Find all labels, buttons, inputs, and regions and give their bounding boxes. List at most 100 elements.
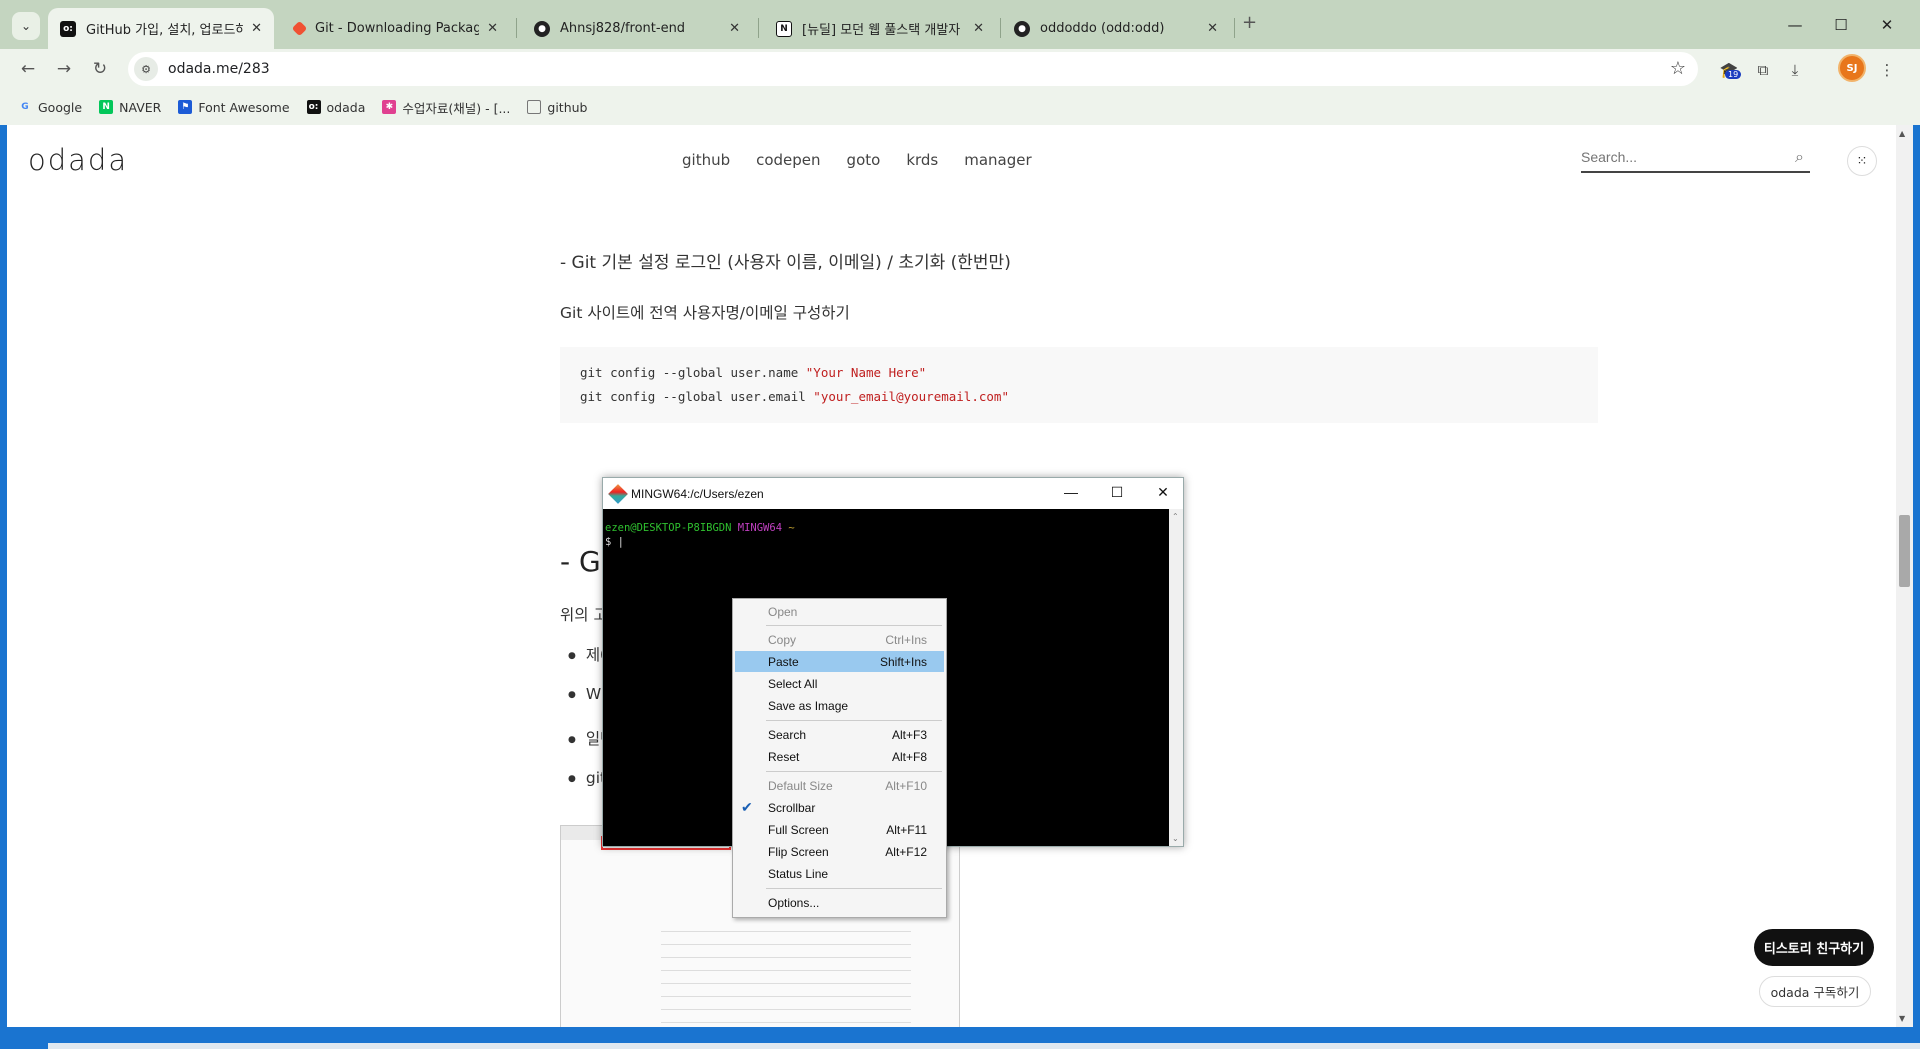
menu-label: Full Screen — [768, 822, 829, 837]
image-row — [661, 957, 911, 958]
prompt-line[interactable]: $ | — [605, 535, 1167, 549]
tab-search-button[interactable]: ⌄ — [12, 12, 40, 40]
menu-separator — [766, 771, 942, 772]
menu-item-open[interactable]: Open — [735, 601, 944, 622]
close-icon[interactable]: ✕ — [1153, 484, 1173, 501]
menu-item-default-size[interactable]: Default Size Alt+F10 — [735, 775, 944, 796]
terminal-titlebar[interactable]: MINGW64:/c/Users/ezen — ☐ ✕ — [603, 478, 1183, 509]
bookmark-google[interactable]: G Google — [18, 100, 82, 115]
tistory-friend-button[interactable]: 티스토리 친구하기 — [1754, 929, 1874, 966]
bookmark-label: Font Awesome — [198, 99, 290, 115]
bookmark-label: github — [547, 99, 588, 115]
maximize-icon[interactable]: ☐ — [1818, 8, 1864, 42]
menu-item-search[interactable]: Search Alt+F3 — [735, 724, 944, 745]
terminal-title: MINGW64:/c/Users/ezen — [631, 486, 764, 501]
tab-github-repo[interactable]: ● Ahnsj828/front-end ✕ — [522, 8, 752, 49]
bookmark-font-awesome[interactable]: ⚑ Font Awesome — [178, 99, 290, 115]
scroll-up-icon[interactable]: ▲ — [1899, 129, 1905, 138]
reload-icon[interactable]: ↻ — [86, 55, 114, 83]
menu-item-paste[interactable]: Paste Shift+Ins — [735, 651, 944, 672]
image-row — [661, 1022, 911, 1023]
back-arrow-icon[interactable]: ← — [14, 55, 42, 83]
bookmark-label: Google — [38, 99, 83, 115]
subscribe-button[interactable]: odada 구독하기 — [1759, 976, 1871, 1007]
bookmark-naver[interactable]: N NAVER — [99, 100, 161, 115]
tab-label: GitHub 가입, 설치, 업로드하기 — [86, 23, 244, 38]
menu-label: Open — [768, 604, 798, 619]
kebab-menu-icon[interactable]: ⋮ — [1874, 57, 1900, 83]
maximize-icon[interactable]: ☐ — [1107, 484, 1127, 501]
url-text[interactable]: odada.me/283 — [168, 61, 270, 77]
menu-item-scrollbar[interactable]: ✔ Scrollbar — [735, 797, 944, 818]
scroll-up-icon[interactable]: ⌃ — [1172, 512, 1179, 521]
minimize-icon[interactable]: — — [1061, 484, 1081, 500]
prompt-user: ezen@DESKTOP-P8IBGDN — [605, 522, 732, 534]
window-frame — [1913, 125, 1920, 1027]
tab-github-signup[interactable]: o: GitHub 가입, 설치, 업로드하기 ✕ — [48, 8, 274, 49]
scroll-thumb[interactable] — [1899, 515, 1910, 587]
menu-item-select-all[interactable]: Select All — [735, 673, 944, 694]
profile-avatar[interactable]: SJ — [1838, 54, 1866, 82]
github-favicon-icon: ● — [534, 20, 550, 37]
google-icon: G — [21, 102, 29, 112]
window-close-icon[interactable]: ✕ — [1864, 8, 1910, 42]
scroll-down-icon[interactable]: ▼ — [1899, 1014, 1905, 1023]
menu-item-flip-screen[interactable]: Flip Screen Alt+F12 — [735, 841, 944, 862]
odada-favicon-icon: o: — [60, 20, 76, 37]
tab-git-download[interactable]: Git - Downloading Package ✕ — [282, 8, 510, 49]
naver-icon: N — [99, 100, 114, 114]
close-icon[interactable]: ✕ — [1207, 21, 1218, 36]
menu-item-status-line[interactable]: Status Line — [735, 863, 944, 884]
bookmark-label: NAVER — [119, 99, 162, 115]
site-settings-icon[interactable]: ⚙ — [134, 57, 158, 81]
download-icon[interactable]: ⤓ — [1782, 57, 1808, 83]
new-tab-icon[interactable]: + — [1242, 12, 1257, 33]
close-icon[interactable]: ✕ — [487, 21, 498, 36]
tab-notion[interactable]: N [뉴딜] 모던 웹 풀스택 개발자 ✕ — [764, 8, 996, 49]
menu-label: Save as Image — [768, 698, 849, 713]
forward-arrow-icon[interactable]: → — [50, 55, 78, 83]
notion-favicon-icon: N — [776, 20, 792, 37]
search-icon[interactable]: ⌕ — [1795, 147, 1804, 167]
nav-manager[interactable]: manager — [964, 151, 1031, 169]
bookmark-github-folder[interactable]: github — [527, 100, 587, 115]
prompt-dir: ~ — [788, 522, 795, 534]
tab-oddoddo[interactable]: ● oddoddo (odd:odd) ✕ — [1002, 8, 1230, 49]
menu-item-reset[interactable]: Reset Alt+F8 — [735, 746, 944, 767]
close-icon[interactable]: ✕ — [251, 21, 262, 36]
menu-item-options[interactable]: Options... — [735, 892, 944, 913]
nav-krds[interactable]: krds — [906, 151, 938, 169]
site-logo[interactable]: odada — [28, 143, 128, 177]
section-heading: - Git 기본 설정 로그인 (사용자 이름, 이메일) / 초기화 (한번만… — [560, 253, 1011, 273]
browser-toolbar: ← → ↻ ⚙ odada.me/283 ☆ 🎓 19 ⧉ ⤓ SJ ⋮ — [0, 49, 1920, 89]
image-row — [661, 944, 911, 945]
bookmark-star-icon[interactable]: ☆ — [1670, 58, 1686, 79]
nav-github[interactable]: github — [682, 151, 730, 169]
tab-label: [뉴딜] 모던 웹 풀스택 개발자 — [802, 23, 961, 38]
search-input[interactable] — [1581, 143, 1771, 165]
scroll-down-icon[interactable]: ⌄ — [1172, 834, 1179, 843]
menu-item-save-as-image[interactable]: Save as Image — [735, 695, 944, 716]
address-bar[interactable]: ⚙ odada.me/283 ☆ — [128, 52, 1698, 86]
minimize-icon[interactable]: — — [1772, 8, 1818, 42]
close-icon[interactable]: ✕ — [973, 21, 984, 36]
menu-shortcut: Alt+F11 — [886, 822, 927, 837]
menu-item-full-screen[interactable]: Full Screen Alt+F11 — [735, 819, 944, 840]
bookmark-odada[interactable]: o: odada — [306, 100, 365, 115]
puzzle-extensions-icon[interactable]: ⧉ — [1750, 57, 1776, 83]
nav-codepen[interactable]: codepen — [756, 151, 820, 169]
page-scrollbar[interactable]: ▲ ▼ — [1896, 125, 1913, 1027]
nav-goto[interactable]: goto — [847, 151, 881, 169]
menu-item-copy[interactable]: Copy Ctrl+Ins — [735, 629, 944, 650]
grid-menu-icon[interactable]: ⁙ — [1847, 146, 1877, 176]
menu-shortcut: Ctrl+Ins — [885, 632, 927, 647]
menu-label: Scrollbar — [768, 800, 816, 815]
bookmark-class-materials[interactable]: ✱ 수업자료(채널) - [... — [382, 98, 510, 117]
tab-separator — [758, 18, 759, 38]
bookmarks-bar: G Google N NAVER ⚑ Font Awesome o: odada ✱ 수업… — [0, 89, 1920, 125]
image-row — [661, 1009, 911, 1010]
bookmark-label: 수업자료(채널) - [... — [402, 100, 511, 116]
close-icon[interactable]: ✕ — [729, 21, 740, 36]
tab-label: oddoddo (odd:odd) — [1040, 21, 1165, 36]
terminal-scrollbar[interactable]: ⌃ ⌄ — [1169, 509, 1183, 846]
